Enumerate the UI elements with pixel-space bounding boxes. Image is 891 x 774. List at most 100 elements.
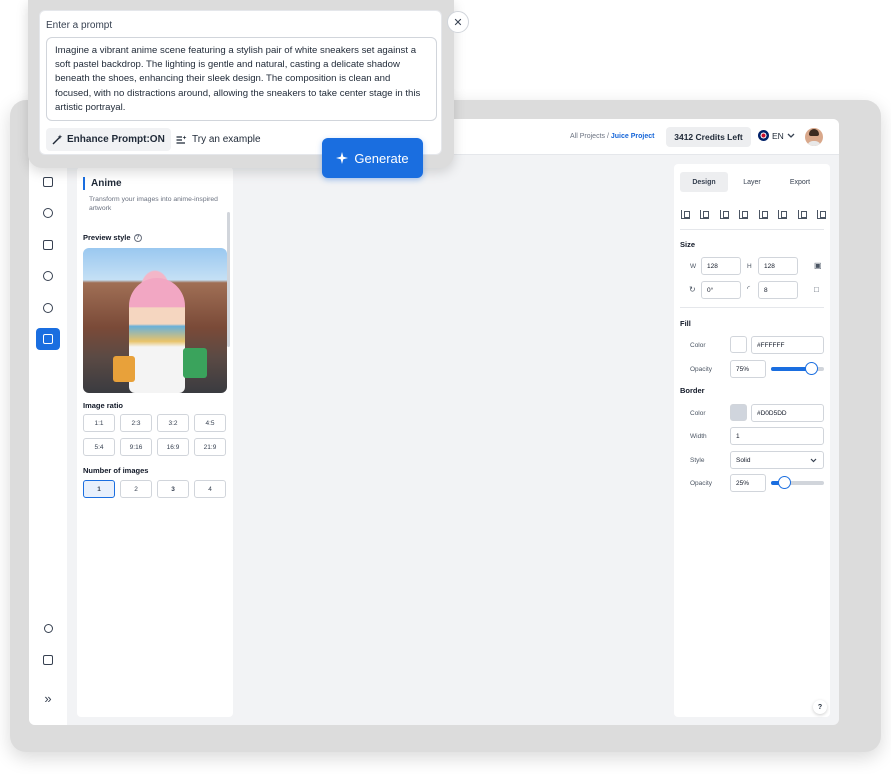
enhance-prompt-label: Enhance Prompt:ON [67, 134, 165, 145]
width-label: W [690, 263, 697, 270]
chevron-down-icon [787, 133, 795, 138]
close-button[interactable]: ✕ [447, 11, 469, 33]
ratio-option[interactable]: 9:16 [120, 438, 152, 456]
border-color-input[interactable]: #D0D5DD [751, 404, 824, 422]
settings-icon[interactable] [36, 202, 60, 224]
ratio-option[interactable]: 21:9 [194, 438, 226, 456]
filter-icon[interactable] [36, 265, 60, 287]
count-options: 1 2 3 4 [83, 480, 226, 498]
count-option-selected[interactable]: 1 [83, 480, 115, 498]
prompt-label: Enter a prompt [46, 20, 113, 31]
credits-badge[interactable]: 3412 Credits Left [666, 127, 751, 147]
generate-button[interactable]: Generate [322, 138, 423, 178]
border-color-label: Color [690, 410, 706, 417]
border-style-select[interactable]: Solid [730, 451, 824, 469]
corner-toggle-icon[interactable]: □ [814, 285, 819, 294]
fill-color-swatch[interactable] [730, 336, 747, 353]
divider [680, 229, 824, 230]
fill-opacity-input[interactable]: 75% [730, 360, 766, 378]
tab-export[interactable]: Export [776, 172, 824, 192]
try-example-button[interactable]: Try an example [176, 128, 261, 151]
anime-icon[interactable] [36, 328, 60, 350]
fill-opacity-slider[interactable] [771, 362, 824, 375]
border-style-label: Style [690, 457, 705, 464]
chevron-down-icon [810, 458, 817, 463]
ratio-option[interactable]: 1:1 [83, 414, 115, 432]
list-sparkle-icon [176, 135, 187, 144]
style-panel: Anime Transform your images into anime-i… [77, 167, 233, 717]
border-heading: Border [680, 386, 705, 395]
language-label: EN [772, 130, 784, 141]
fill-opacity-label: Opacity [690, 366, 713, 373]
ratio-option[interactable]: 4:5 [194, 414, 226, 432]
ratio-option[interactable]: 2:3 [120, 414, 152, 432]
distribute-h-icon[interactable] [816, 210, 826, 219]
align-right-icon[interactable] [758, 210, 768, 219]
ratio-options: 1:1 2:3 3:2 4:5 5:4 9:16 16:9 21:9 [83, 414, 226, 456]
fill-heading: Fill [680, 319, 691, 328]
uk-flag-icon [758, 130, 769, 141]
rotation-input[interactable]: 0° [701, 281, 741, 299]
image-edit-icon[interactable] [36, 234, 60, 256]
ratio-option[interactable]: 5:4 [83, 438, 115, 456]
help-button[interactable]: ? [813, 700, 827, 714]
align-left-icon[interactable] [719, 210, 729, 219]
enhance-prompt-toggle[interactable]: Enhance Prompt:ON [46, 128, 171, 151]
shapes-icon[interactable] [36, 617, 60, 639]
style-description: Transform your images into anime-inspire… [89, 196, 218, 212]
corner-radius-icon: ◜ [747, 284, 751, 293]
preview-style-heading: Preview style ? [83, 233, 142, 242]
count-option[interactable]: 3 [157, 480, 189, 498]
width-input[interactable]: 128 [701, 257, 741, 275]
lock-icon[interactable]: ▣ [814, 261, 822, 270]
prompt-textarea[interactable]: Imagine a vibrant anime scene featuring … [46, 37, 437, 121]
border-width-label: Width [690, 433, 707, 440]
breadcrumb: All Projects / Juice Project [570, 133, 654, 140]
image-icon[interactable] [36, 171, 60, 193]
slider-knob[interactable] [778, 476, 792, 489]
style-preview-image [83, 248, 227, 393]
breadcrumb-root[interactable]: All Projects [570, 133, 605, 140]
align-center-v-icon[interactable] [700, 210, 710, 219]
align-top-icon[interactable] [778, 210, 788, 219]
count-option[interactable]: 2 [120, 480, 152, 498]
expand-icon[interactable]: » [36, 687, 60, 709]
count-option[interactable]: 4 [194, 480, 226, 498]
prompt-card: Enter a prompt Imagine a vibrant anime s… [39, 10, 442, 155]
divider [680, 307, 824, 308]
image-ratio-label: Image ratio [83, 401, 124, 410]
style-title: Anime [83, 177, 122, 190]
preview-style-label: Preview style [83, 233, 131, 242]
slider-knob[interactable] [804, 362, 818, 375]
border-width-input[interactable]: 1 [730, 427, 824, 445]
size-heading: Size [680, 240, 696, 249]
avatar[interactable] [805, 128, 823, 146]
tab-design[interactable]: Design [680, 172, 728, 192]
breadcrumb-separator: / [606, 133, 609, 140]
border-color-swatch[interactable] [730, 404, 747, 421]
border-opacity-input[interactable]: 25% [730, 474, 766, 492]
corner-radius-input[interactable]: 8 [758, 281, 798, 299]
left-rail: » [29, 155, 67, 725]
border-style-value: Solid [736, 456, 751, 464]
ratio-option[interactable]: 16:9 [157, 438, 189, 456]
gallery-icon[interactable] [36, 649, 60, 671]
panel-scrollbar[interactable] [227, 212, 230, 347]
distribute-v-icon[interactable] [797, 210, 807, 219]
tab-layer[interactable]: Layer [728, 172, 776, 192]
sparkle-icon [336, 152, 349, 164]
canvas-area[interactable] [239, 155, 671, 725]
align-center-h-icon[interactable] [739, 210, 749, 219]
fill-color-input[interactable]: #FFFFFF [751, 336, 824, 354]
ratio-option[interactable]: 3:2 [157, 414, 189, 432]
height-input[interactable]: 128 [758, 257, 798, 275]
align-bottom-icon[interactable] [681, 210, 690, 219]
design-panel: Design Layer Export Size W 128 H 128 ▣ ↻… [674, 164, 830, 717]
rotate-icon: ↻ [689, 285, 696, 294]
language-selector[interactable]: EN [758, 130, 795, 141]
border-opacity-slider[interactable] [771, 476, 824, 489]
breadcrumb-current[interactable]: Juice Project [611, 133, 655, 140]
help-icon[interactable]: ? [133, 233, 142, 242]
border-opacity-label: Opacity [690, 480, 713, 487]
gear-icon[interactable] [36, 297, 60, 319]
